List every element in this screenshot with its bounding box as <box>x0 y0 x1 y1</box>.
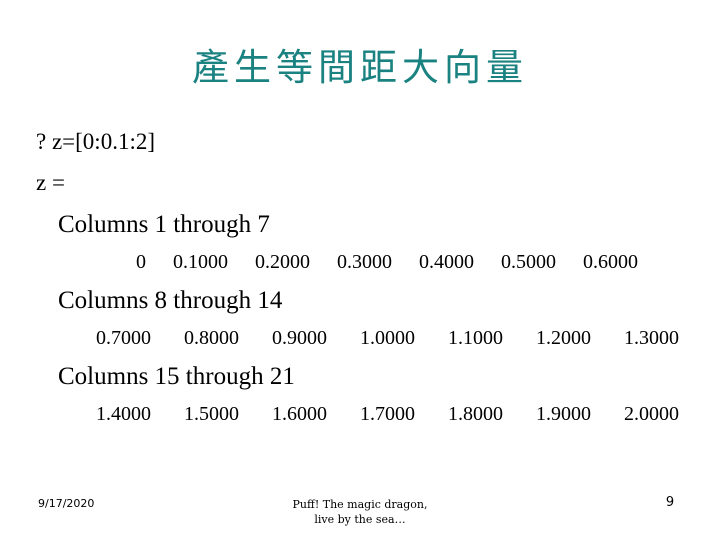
footer-page-number: 9 <box>665 495 675 510</box>
data-cell: 1.7000 <box>360 403 415 425</box>
data-row: 0 0.1000 0.2000 0.3000 0.4000 0.5000 0.6… <box>36 249 696 275</box>
data-row: 1.4000 1.5000 1.6000 1.7000 1.8000 1.900… <box>36 401 696 427</box>
footer-date: 9/17/2020 <box>38 497 95 510</box>
data-cell: 1.8000 <box>448 403 503 425</box>
data-cell: 0.4000 <box>419 251 474 273</box>
data-cell: 0.5000 <box>501 251 556 273</box>
data-cell: 1.5000 <box>184 403 239 425</box>
columns-heading-1: Columns 1 through 7 <box>58 211 270 238</box>
columns-heading-3: Columns 15 through 21 <box>58 363 295 390</box>
matlab-result-label: z = <box>36 170 65 195</box>
data-cell: 0 <box>136 251 146 273</box>
presentation-slide: 產生等間距大向量 ? z=[0:0.1:2] z = Columns 1 thr… <box>0 0 720 540</box>
data-cell: 1.4000 <box>96 403 151 425</box>
columns-heading-2: Columns 8 through 14 <box>58 287 283 314</box>
slide-body: ? z=[0:0.1:2] z = Columns 1 through 7 0 … <box>36 126 696 431</box>
data-cell: 0.6000 <box>583 251 638 273</box>
page-title: 產生等間距大向量 <box>192 46 528 89</box>
data-cell: 1.1000 <box>448 327 503 349</box>
data-row: 0.7000 0.8000 0.9000 1.0000 1.1000 1.200… <box>36 325 696 351</box>
data-cell: 0.8000 <box>184 327 239 349</box>
matlab-command-line: ? z=[0:0.1:2] <box>36 129 155 154</box>
data-cell: 1.6000 <box>272 403 327 425</box>
data-cell: 1.2000 <box>536 327 591 349</box>
footer-caption-line-2: live by the sea… <box>314 513 406 526</box>
data-cell: 1.3000 <box>624 327 679 349</box>
data-cell: 1.9000 <box>536 403 591 425</box>
data-cell: 0.3000 <box>337 251 392 273</box>
footer-caption: Puff! The magic dragon, live by the sea… <box>210 497 510 527</box>
data-cell: 1.0000 <box>360 327 415 349</box>
data-cell: 0.7000 <box>96 327 151 349</box>
footer-caption-line-1: Puff! The magic dragon, <box>292 498 428 511</box>
data-cell: 0.9000 <box>272 327 327 349</box>
data-cell: 0.1000 <box>173 251 228 273</box>
data-cell: 2.0000 <box>624 403 679 425</box>
data-cell: 0.2000 <box>255 251 310 273</box>
